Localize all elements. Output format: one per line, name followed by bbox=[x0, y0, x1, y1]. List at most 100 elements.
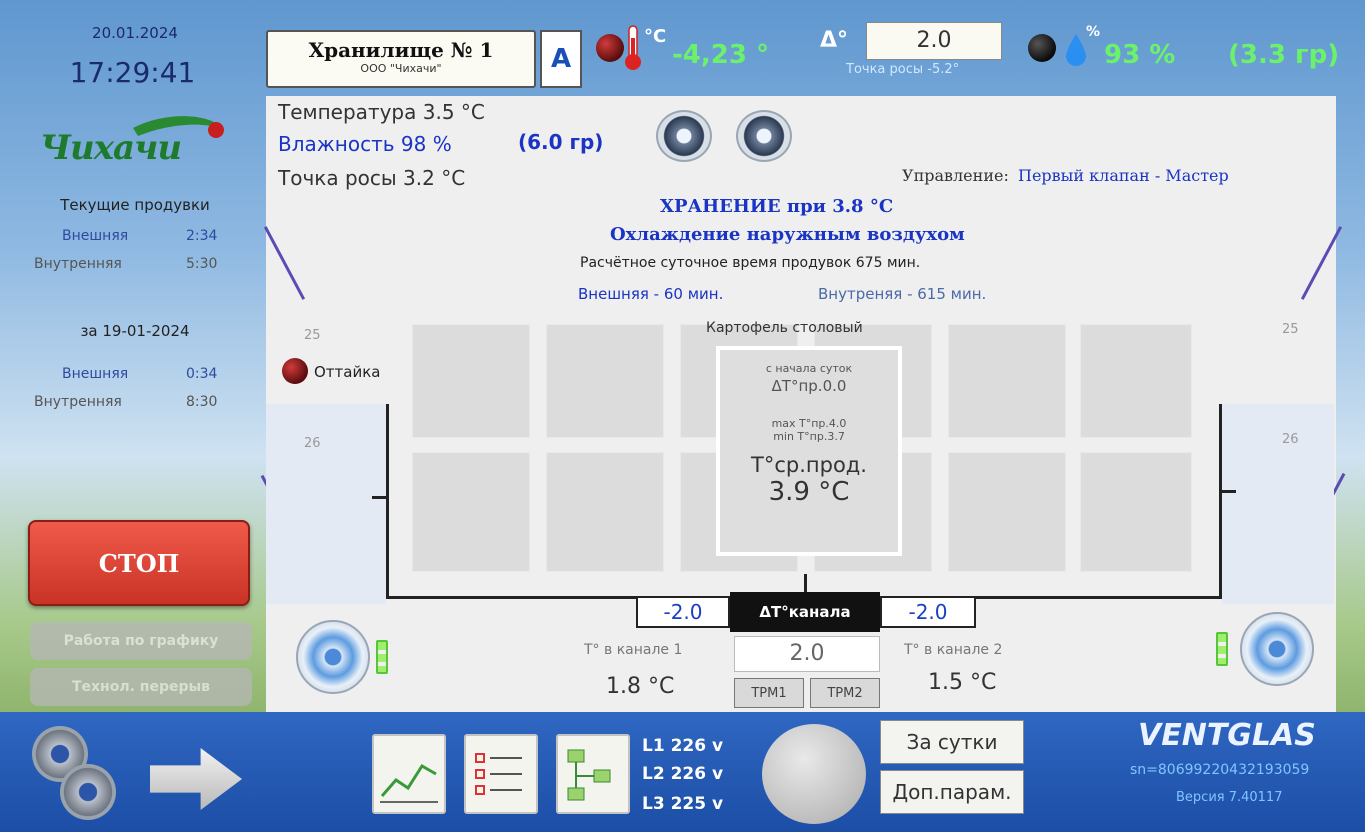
channel2-label: T° в канале 2 bbox=[904, 642, 1003, 658]
storage-title: Хранилище № 1 bbox=[308, 38, 494, 62]
current-time: 17:29:41 bbox=[69, 56, 196, 89]
phase-l2-voltage: L2 226 v bbox=[642, 764, 724, 784]
prev-internal-label: Внутренняя bbox=[34, 394, 122, 410]
external-purge-time: Внешняя - 60 мин. bbox=[578, 285, 724, 303]
schedule-button[interactable]: Работа по графику bbox=[30, 622, 252, 660]
storage-cell bbox=[948, 452, 1066, 572]
left-air-zone bbox=[266, 404, 386, 604]
inside-dew-point: Точка росы 3.2 °C bbox=[278, 166, 466, 190]
storage-status: ХРАНЕНИЕ при 3.8 °C bbox=[660, 196, 894, 217]
previous-day-title: за 19-01-2024 bbox=[80, 322, 190, 340]
channel-delta-label: ΔT°канала bbox=[730, 592, 880, 632]
fan-icon-1[interactable] bbox=[656, 110, 712, 162]
humidity-unit: % bbox=[1086, 24, 1101, 40]
sensor-top-left: 25 bbox=[304, 328, 321, 343]
prev-external-label: Внешняя bbox=[62, 366, 129, 382]
defrost-indicator bbox=[282, 358, 308, 384]
storage-org: ООО "Чихачи" bbox=[360, 62, 442, 75]
ventglas-logo: VENTGLAS bbox=[1138, 718, 1316, 753]
bottom-left-line bbox=[386, 596, 636, 599]
current-external-value: 2:34 bbox=[186, 228, 218, 244]
sensor-mid-right: 26 bbox=[1282, 432, 1299, 447]
sensor-mid-left: 26 bbox=[304, 436, 321, 451]
average-temp-card[interactable]: с начала суток ΔT°пр.0.0 max T°пр.4.0 mi… bbox=[716, 346, 902, 556]
storage-cell bbox=[546, 452, 664, 572]
left-wall-line bbox=[386, 404, 389, 598]
internal-purge-time: Внутреняя - 615 мин. bbox=[818, 285, 987, 303]
outside-dew-point: Точка росы -5.2° bbox=[846, 62, 960, 77]
storage-cell bbox=[1080, 324, 1192, 438]
channel-setpoint-input[interactable]: 2.0 bbox=[734, 636, 880, 672]
screen: 20.01.2024 17:29:41 Чихачи Текущие проду… bbox=[0, 0, 1365, 832]
prev-external-value: 0:34 bbox=[186, 366, 218, 382]
channel1-label: T° в канале 1 bbox=[584, 642, 683, 658]
control-value: Первый клапан - Мастер bbox=[1018, 166, 1229, 185]
channel2-temperature: 1.5 °C bbox=[928, 670, 997, 695]
temp-unit: °C bbox=[644, 26, 667, 47]
card-min: min T°пр.3.7 bbox=[773, 430, 845, 443]
software-version: Версия 7.40117 bbox=[1176, 790, 1283, 805]
fan-icon-2[interactable] bbox=[736, 110, 792, 162]
list-notebook-icon[interactable] bbox=[464, 734, 538, 814]
inside-humidity-gr: (6.0 гр) bbox=[518, 130, 604, 154]
card-since-label: с начала суток bbox=[765, 362, 853, 375]
chart-notebook-icon[interactable] bbox=[372, 734, 446, 814]
humidity-status-indicator bbox=[1028, 34, 1056, 62]
thermometer-icon bbox=[625, 25, 641, 70]
current-internal-label: Внутренняя bbox=[34, 256, 122, 272]
storage-cell bbox=[1080, 452, 1192, 572]
delta-input[interactable]: 2.0 bbox=[866, 22, 1002, 60]
right-fan-status-icon bbox=[1216, 632, 1228, 666]
card-delta: ΔT°пр.0.0 bbox=[771, 377, 847, 395]
left-wall-tick bbox=[372, 496, 388, 499]
prev-internal-value: 8:30 bbox=[186, 394, 218, 410]
right-air-zone bbox=[1222, 404, 1334, 604]
delta-label: Δ° bbox=[820, 28, 849, 53]
inside-temperature: Температура 3.5 °C bbox=[278, 100, 485, 124]
card-avg-label: T°ср.прод. bbox=[751, 453, 867, 477]
mode-badge[interactable]: A bbox=[540, 30, 582, 88]
storage-cell bbox=[546, 324, 664, 438]
storage-title-box[interactable]: Хранилище № 1 ООО "Чихачи" bbox=[266, 30, 536, 88]
storage-cell bbox=[412, 324, 530, 438]
phase-l3-voltage: L3 225 v bbox=[642, 794, 724, 814]
bottom-right-line bbox=[976, 596, 1222, 599]
card-avg-value: 3.9 °C bbox=[768, 477, 850, 507]
current-date: 20.01.2024 bbox=[92, 24, 178, 42]
trm1-button[interactable]: ТРМ1 bbox=[734, 678, 804, 708]
stop-button[interactable]: СТОП bbox=[28, 520, 250, 606]
outside-temperature: -4,23 ° bbox=[672, 40, 769, 70]
channel1-delta: -2.0 bbox=[636, 596, 730, 628]
round-button[interactable] bbox=[762, 724, 866, 824]
temp-status-indicator bbox=[596, 34, 624, 62]
per-day-button[interactable]: За сутки bbox=[880, 720, 1024, 764]
outside-humidity: 93 % bbox=[1104, 40, 1176, 70]
logo-text: Чихачи bbox=[40, 128, 182, 168]
current-internal-value: 5:30 bbox=[186, 256, 218, 272]
card-max: max T°пр.4.0 bbox=[771, 417, 847, 430]
tech-break-button[interactable]: Технол. перерыв bbox=[30, 668, 252, 706]
control-label: Управление: bbox=[902, 166, 1009, 185]
phase-l1-voltage: L1 226 v bbox=[642, 736, 724, 756]
right-fan-icon[interactable] bbox=[1240, 612, 1314, 686]
sensor-top-right: 25 bbox=[1282, 322, 1299, 337]
channel2-delta: -2.0 bbox=[880, 596, 976, 628]
storage-cell bbox=[412, 452, 530, 572]
left-fan-status-icon bbox=[376, 640, 388, 674]
trm2-button[interactable]: ТРМ2 bbox=[810, 678, 880, 708]
gear-small-icon[interactable] bbox=[60, 764, 116, 820]
serial-number: sn=80699220432193059 bbox=[1130, 762, 1310, 778]
current-purges-title: Текущие продувки bbox=[60, 196, 210, 214]
right-wall-tick bbox=[1220, 490, 1236, 493]
center-tick bbox=[804, 574, 807, 594]
product-name: Картофель столовый bbox=[706, 320, 863, 336]
left-fan-icon[interactable] bbox=[296, 620, 370, 694]
defrost-label: Оттайка bbox=[314, 363, 381, 381]
channel1-temperature: 1.8 °C bbox=[606, 674, 675, 699]
extra-params-button[interactable]: Доп.парам. bbox=[880, 770, 1024, 814]
cooling-status: Охлаждение наружным воздухом bbox=[610, 224, 965, 245]
diagram-notebook-icon[interactable] bbox=[556, 734, 630, 814]
right-wall-line bbox=[1219, 404, 1222, 598]
current-external-label: Внешняя bbox=[62, 228, 129, 244]
inside-humidity: Влажность 98 % bbox=[278, 132, 452, 156]
